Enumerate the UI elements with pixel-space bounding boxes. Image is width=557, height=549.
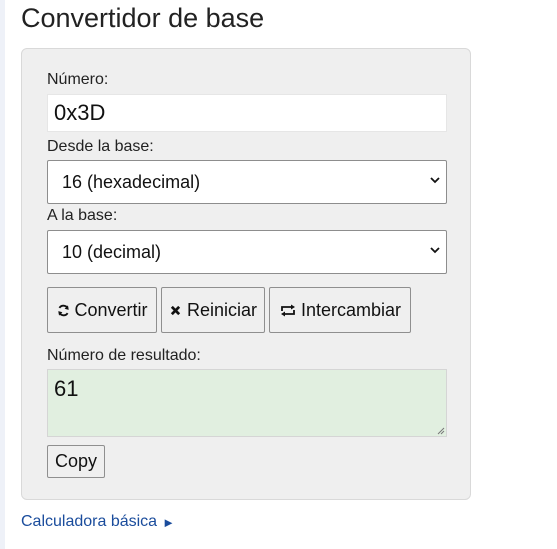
convert-label: Convertir [74,299,148,320]
result-field[interactable]: 61 [47,369,447,437]
page: Convertidor de base Número: Desde la bas… [0,0,557,549]
chevron-down-icon [430,247,440,254]
basic-calculator-link[interactable]: Calculadora básica ► [21,513,175,531]
resize-grip-icon[interactable] [437,427,445,435]
number-label: Número: [47,71,109,88]
left-rule [0,0,5,549]
play-arrow-icon: ► [162,514,175,530]
page-title: Convertidor de base [21,3,265,33]
close-icon [169,303,183,317]
number-input[interactable] [47,94,447,132]
from-base-label: Desde la base: [47,138,154,155]
swap-label: Intercambiar [300,299,402,320]
result-value: 61 [54,376,79,401]
convert-button[interactable]: Convertir [47,287,157,333]
to-base-label: A la base: [47,207,118,224]
to-base-value: 10 (decimal) [62,242,162,262]
from-base-select[interactable]: 16 (hexadecimal) [47,160,447,204]
from-base-value: 16 (hexadecimal) [62,172,201,192]
refresh-icon [56,303,70,317]
swap-button[interactable]: Intercambiar [269,287,411,333]
reset-label: Reiniciar [186,299,258,320]
converter-panel: Número: Desde la base: 16 (hexadecimal) … [21,48,471,500]
copy-button[interactable]: Copy [47,445,105,478]
basic-calculator-label: Calculadora básica [21,513,158,530]
reset-button[interactable]: Reiniciar [161,287,265,333]
result-label: Número de resultado: [47,347,201,364]
swap-icon [279,303,297,317]
to-base-select[interactable]: 10 (decimal) [47,230,447,274]
chevron-down-icon [430,177,440,184]
